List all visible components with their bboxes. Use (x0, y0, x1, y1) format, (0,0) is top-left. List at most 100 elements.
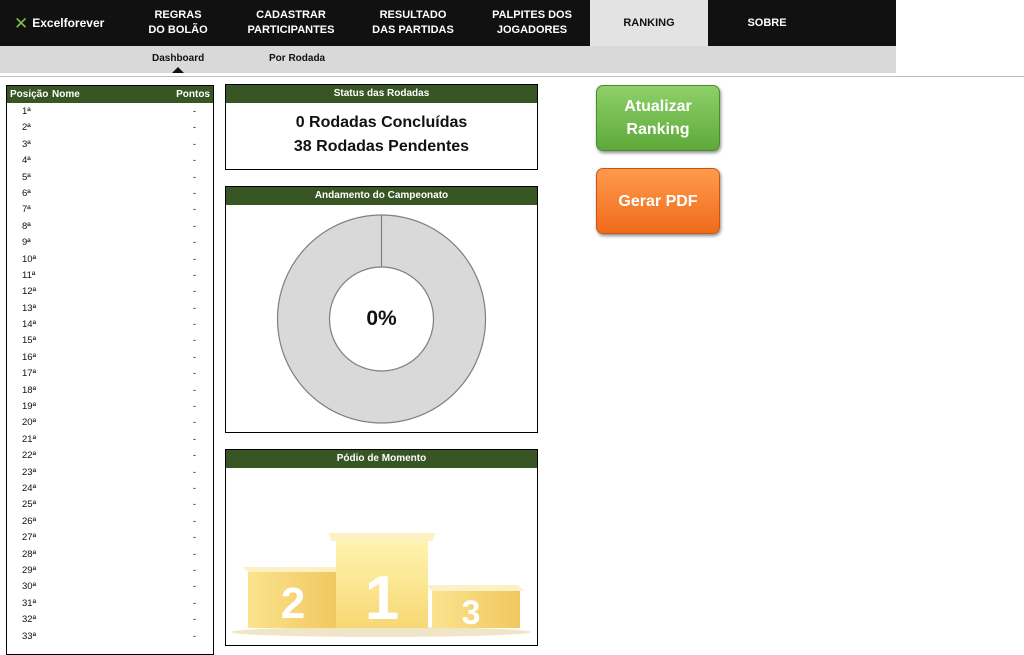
podium-first-place: 1 (328, 533, 436, 633)
ranking-points: - (192, 532, 196, 544)
ranking-points: - (192, 122, 196, 134)
brand-logo[interactable]: ✕ Excelforever (14, 12, 104, 34)
nav-resultado[interactable]: RESULTADO DAS PARTIDAS (352, 0, 474, 46)
subnav-por-rodada[interactable]: Por Rodada (269, 53, 325, 64)
ranking-row: 6ª - (7, 185, 213, 201)
ranking-position: 28ª (22, 548, 37, 560)
ranking-points: - (192, 482, 196, 494)
ranking-points: - (192, 138, 196, 150)
ranking-row: 20ª - (7, 414, 213, 430)
ranking-position: 24ª (22, 482, 37, 494)
ranking-position: 8ª (22, 220, 31, 232)
ranking-points: - (192, 499, 196, 511)
ranking-position: 17ª (22, 368, 37, 380)
ranking-table-header: Posição Nome Pontos (7, 86, 213, 103)
ranking-position: 21ª (22, 433, 37, 445)
top-nav-bar: ✕ Excelforever REGRAS DO BOLÃO CADASTRAR… (0, 0, 896, 46)
ranking-points: - (192, 630, 196, 642)
progress-donut: 0% (226, 205, 537, 431)
ranking-position: 25ª (22, 499, 37, 511)
ranking-position: 29ª (22, 564, 37, 576)
subnav-dashboard[interactable]: Dashboard (152, 53, 204, 64)
ranking-position: 15ª (22, 335, 37, 347)
ranking-position: 14ª (22, 319, 37, 331)
ranking-row: 14ª - (7, 316, 213, 332)
ranking-points: - (192, 450, 196, 462)
x-logo-icon: ✕ (14, 13, 29, 33)
concluded-rounds: 0 Rodadas Concluídas (295, 114, 468, 131)
ranking-points: - (192, 106, 196, 117)
ranking-row: 25ª - (7, 496, 213, 512)
nav-regras[interactable]: REGRAS DO BOLÃO (126, 0, 230, 46)
brand-name: Excelforever (32, 16, 105, 30)
ranking-points: - (192, 171, 196, 183)
ranking-position: 32ª (22, 614, 37, 626)
ranking-position: 12ª (22, 286, 37, 298)
ranking-position: 22ª (22, 450, 37, 462)
ranking-points: - (192, 466, 196, 478)
generate-pdf-button[interactable]: Gerar PDF (596, 168, 720, 234)
progress-panel: Andamento do Campeonato 0% (225, 186, 538, 433)
update-ranking-button[interactable]: Atualizar Ranking (596, 85, 720, 151)
ranking-row: 24ª - (7, 480, 213, 496)
ranking-points: - (192, 187, 196, 199)
ranking-row: 23ª - (7, 464, 213, 480)
podium-number-1: 1 (365, 564, 399, 633)
ranking-position: 23ª (22, 466, 37, 478)
ranking-position: 2ª (22, 122, 31, 134)
ranking-position: 11ª (22, 269, 36, 281)
ranking-row: 26ª - (7, 513, 213, 529)
ranking-points: - (192, 433, 196, 445)
ranking-points: - (192, 581, 196, 593)
ranking-points: - (192, 204, 196, 216)
ranking-points: - (192, 220, 196, 232)
ranking-row: 12ª - (7, 283, 213, 299)
ranking-row: 22ª - (7, 447, 213, 463)
ranking-points: - (192, 319, 196, 331)
ranking-points: - (192, 302, 196, 314)
podium-panel: Pódio de Momento 2 3 1 (225, 449, 538, 646)
active-tab-caret-icon (172, 67, 184, 73)
pending-rounds: 38 Rodadas Pendentes (293, 138, 470, 155)
ranking-points: - (192, 368, 196, 380)
ranking-row: 5ª - (7, 169, 213, 185)
nav-cadastrar[interactable]: CADASTRAR PARTICIPANTES (230, 0, 352, 46)
progress-percent: 0% (366, 307, 397, 330)
ranking-position: 5ª (22, 171, 31, 183)
ranking-row: 17ª - (7, 365, 213, 381)
ranking-row: 1ª - (7, 103, 213, 119)
ranking-points: - (192, 548, 196, 560)
ranking-row: 18ª - (7, 382, 213, 398)
podium-panel-title: Pódio de Momento (226, 450, 537, 468)
status-panel-title: Status das Rodadas (226, 85, 537, 103)
ranking-row: 16ª - (7, 349, 213, 365)
ranking-row: 3ª - (7, 136, 213, 152)
ranking-row: 9ª - (7, 234, 213, 250)
ranking-table: Posição Nome Pontos 1ª - 2ª - 3ª - 4ª - 5ª - 6ª - 7ª… (6, 85, 214, 655)
ranking-points: - (192, 155, 196, 167)
ranking-points: - (192, 384, 196, 396)
ranking-position: 3ª (22, 138, 31, 150)
nav-palpites[interactable]: PALPITES DOS JOGADORES (474, 0, 590, 46)
ranking-position: 27ª (22, 532, 37, 544)
nav-sobre[interactable]: SOBRE (708, 0, 826, 46)
ranking-points: - (192, 614, 196, 626)
nav-ranking[interactable]: RANKING (590, 0, 708, 46)
ranking-row: 19ª - (7, 398, 213, 414)
ranking-position: 18ª (22, 384, 37, 396)
ranking-row: 32ª - (7, 611, 213, 627)
ranking-row: 8ª - (7, 218, 213, 234)
divider (0, 76, 1024, 77)
ranking-points: - (192, 269, 196, 281)
progress-panel-title: Andamento do Campeonato (226, 187, 537, 205)
ranking-row: 29ª - (7, 562, 213, 578)
ranking-row: 10ª - (7, 251, 213, 267)
ranking-position: 31ª (22, 597, 37, 609)
ranking-points: - (192, 417, 196, 429)
ranking-points: - (192, 401, 196, 413)
ranking-row: 11ª - (7, 267, 213, 283)
ranking-points: - (192, 335, 196, 347)
ranking-points: - (192, 597, 196, 609)
ranking-row: 33ª - (7, 628, 213, 644)
ranking-row: 27ª - (7, 529, 213, 545)
